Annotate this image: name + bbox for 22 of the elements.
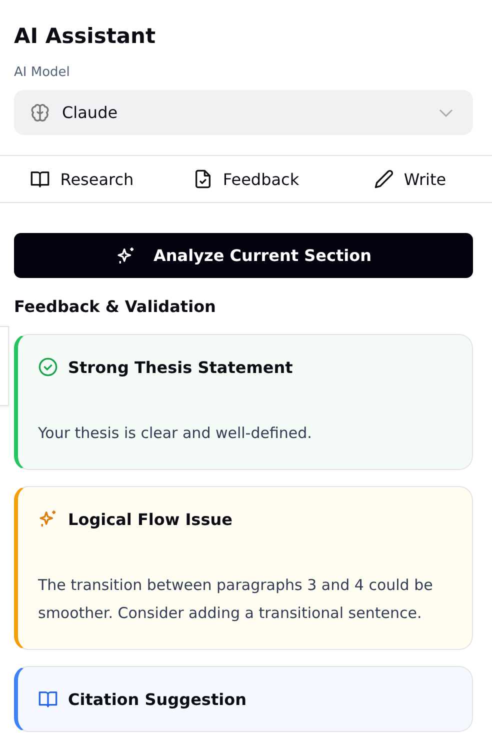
feedback-title: Strong Thesis Statement (68, 358, 293, 376)
pencil-icon (374, 169, 394, 189)
book-icon (38, 689, 58, 709)
sparkles-icon (38, 509, 58, 529)
feedback-text: The transition between paragraphs 3 and 4 could be smoother. Consider adding a transitional sentence. (38, 575, 434, 624)
sparkles-icon (116, 246, 136, 266)
tab[interactable]: Research (0, 156, 164, 202)
feedback-title: Logical Flow Issue (68, 510, 232, 528)
model-dropdown[interactable]: Claude (14, 90, 473, 135)
section-heading: Feedback & Validation (14, 296, 217, 318)
feedback-text: Your thesis is clear and well-defined. (38, 423, 313, 444)
chevron-down-icon (439, 108, 453, 116)
tab[interactable]: Write (328, 156, 492, 202)
file-check-icon (192, 169, 213, 189)
panel-title: AI Assistant (14, 23, 157, 50)
analyze-button[interactable]: Analyze Current Section (14, 233, 473, 278)
book-icon (30, 169, 50, 189)
tab[interactable]: Feedback (164, 156, 328, 202)
feedback-title: Citation Suggestion (68, 690, 246, 708)
brain-icon (30, 102, 50, 122)
field-label: AI Model (14, 65, 71, 81)
check-circle-icon (38, 357, 58, 377)
